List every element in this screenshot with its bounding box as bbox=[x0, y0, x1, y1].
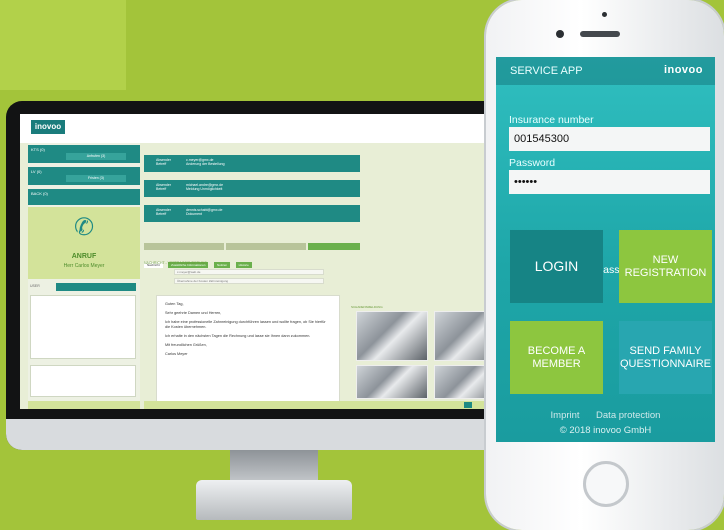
monitor: inovoo KTS (0) Anfrufen (3) LV (0) Frist… bbox=[6, 101, 504, 450]
subject-value: Meldung Unmöglichkeit bbox=[186, 187, 223, 191]
open-tab[interactable] bbox=[226, 243, 306, 250]
user-label: USER bbox=[30, 284, 40, 288]
phone-icon: ✆ bbox=[73, 214, 95, 241]
sidebar-button-anrufen[interactable]: Anfrufen (3) bbox=[66, 153, 126, 160]
tab-notizen[interactable]: Notizen bbox=[213, 262, 231, 268]
user-row: USER bbox=[28, 283, 140, 291]
subject-label: Betreff bbox=[156, 187, 167, 191]
service-app-screen: SERVICE APP inovoo Insurance number Pass… bbox=[496, 57, 715, 442]
body-line: Sehr geehrte Damen und Herren, bbox=[165, 311, 222, 315]
monitor-chin bbox=[6, 419, 504, 450]
desktop-topbar: inovoo bbox=[20, 114, 490, 143]
imprint-link[interactable]: Imprint bbox=[551, 410, 580, 421]
damage-report-label: SCHADENSMELDUNG bbox=[351, 305, 383, 309]
section-label: BACK (0) bbox=[31, 191, 48, 196]
subject-label: Betreff bbox=[156, 162, 167, 166]
app-logo: inovoo bbox=[663, 64, 703, 76]
send-questionnaire-button[interactable]: SEND FAMILY QUESTIONNAIRE bbox=[619, 321, 712, 394]
copyright: © 2018 inovoo GmbH bbox=[559, 425, 652, 436]
body-line: Ich erhalte in den nächsten Tagen die Re… bbox=[165, 334, 311, 338]
footer-links: Imprint Data protection bbox=[496, 405, 715, 423]
smartphone: SERVICE APP inovoo Insurance number Pass… bbox=[486, 0, 724, 530]
mail-row[interactable]: Absender michael.andre@gmx.de Betreff Meld… bbox=[144, 180, 360, 197]
notes-panel[interactable] bbox=[30, 295, 136, 359]
message-body[interactable]: Guten Tag, Sehr geehrte Damen und Herren… bbox=[156, 295, 340, 409]
desktop-sidebar: KTS (0) Anfrufen (3) LV (0) Fristen (3) … bbox=[28, 143, 140, 409]
section-label: LV (0) bbox=[31, 169, 42, 174]
open-tab-active[interactable] bbox=[308, 243, 360, 250]
body-line: Guten Tag, bbox=[165, 302, 184, 306]
contact-panel[interactable] bbox=[30, 365, 136, 397]
password-label: Password bbox=[509, 157, 556, 169]
desktop-screen: inovoo KTS (0) Anfrufen (3) LV (0) Frist… bbox=[20, 114, 490, 409]
detail-tabs: Nachricht Zusätzliche Informationen Noti… bbox=[144, 253, 253, 268]
body-line: Carlos Meyer bbox=[165, 352, 188, 356]
login-button[interactable]: LOGIN bbox=[510, 230, 603, 303]
earpiece bbox=[580, 31, 620, 37]
open-tab[interactable] bbox=[144, 243, 224, 250]
sidebar-section-back[interactable]: BACK (0) bbox=[28, 189, 140, 205]
insurance-number-label: Insurance number bbox=[509, 114, 594, 126]
front-camera bbox=[556, 30, 564, 38]
caller-name: Herr Carlos Meyer bbox=[63, 263, 105, 269]
from-field[interactable]: c.meyer@web.de bbox=[174, 269, 324, 275]
action-button[interactable] bbox=[464, 402, 472, 408]
call-panel: ✆ ANRUF Herr Carlos Meyer bbox=[28, 207, 140, 279]
sidebar-button-fristen[interactable]: Fristen (3) bbox=[66, 175, 126, 182]
app-header: SERVICE APP inovoo bbox=[496, 57, 715, 85]
tab-historie[interactable]: Historie bbox=[235, 262, 252, 268]
monitor-stand bbox=[196, 480, 352, 520]
subject-label: Betreff bbox=[156, 212, 167, 216]
background-square bbox=[0, 0, 126, 90]
phone-sensor bbox=[602, 12, 607, 17]
damage-photo[interactable] bbox=[434, 311, 490, 361]
user-select[interactable] bbox=[56, 283, 136, 291]
mail-row[interactable]: Absender dennis.schabl@gmx.de Betreff Doku… bbox=[144, 205, 360, 222]
subject-field[interactable]: Übernahme der Kosten Zahnreinigung bbox=[174, 278, 324, 284]
subject-value: Anderung der Bestellung bbox=[186, 162, 225, 166]
insurance-number-input[interactable] bbox=[509, 127, 710, 151]
mail-row[interactable]: Absender c.meyer@gmx.de Betreff Anderung d… bbox=[144, 155, 360, 172]
subject-value: Dokument bbox=[186, 212, 202, 216]
home-button[interactable] bbox=[583, 461, 629, 507]
damage-photo[interactable] bbox=[356, 365, 428, 399]
damage-photo[interactable] bbox=[356, 311, 428, 361]
desktop-main: Anfragen Mails Absenderc.meyer@gmx.de Be… bbox=[144, 143, 490, 409]
body-line: Ich habe eine professionelle Zahnreinigu… bbox=[165, 320, 326, 329]
message-heading: NACHRICHT - VERTRAGSÄNDERUNG bbox=[144, 261, 207, 265]
body-line: Mit freundlichen Grüßen, bbox=[165, 343, 207, 347]
data-protection-link[interactable]: Data protection bbox=[596, 410, 660, 421]
password-input[interactable] bbox=[509, 170, 710, 194]
sidebar-footer bbox=[28, 401, 140, 409]
app-title: SERVICE APP bbox=[510, 65, 583, 77]
desktop-bottom-bar bbox=[144, 401, 490, 409]
mail-tabs: Anfragen Mails bbox=[144, 145, 183, 159]
desktop-logo: inovoo bbox=[31, 120, 65, 134]
become-member-button[interactable]: BECOME A MEMBER bbox=[510, 321, 603, 394]
new-registration-button[interactable]: NEW REGISTRATION bbox=[619, 230, 712, 303]
call-title: ANRUF bbox=[71, 253, 97, 260]
section-label: KTS (0) bbox=[31, 147, 45, 152]
damage-photo[interactable] bbox=[434, 365, 490, 399]
